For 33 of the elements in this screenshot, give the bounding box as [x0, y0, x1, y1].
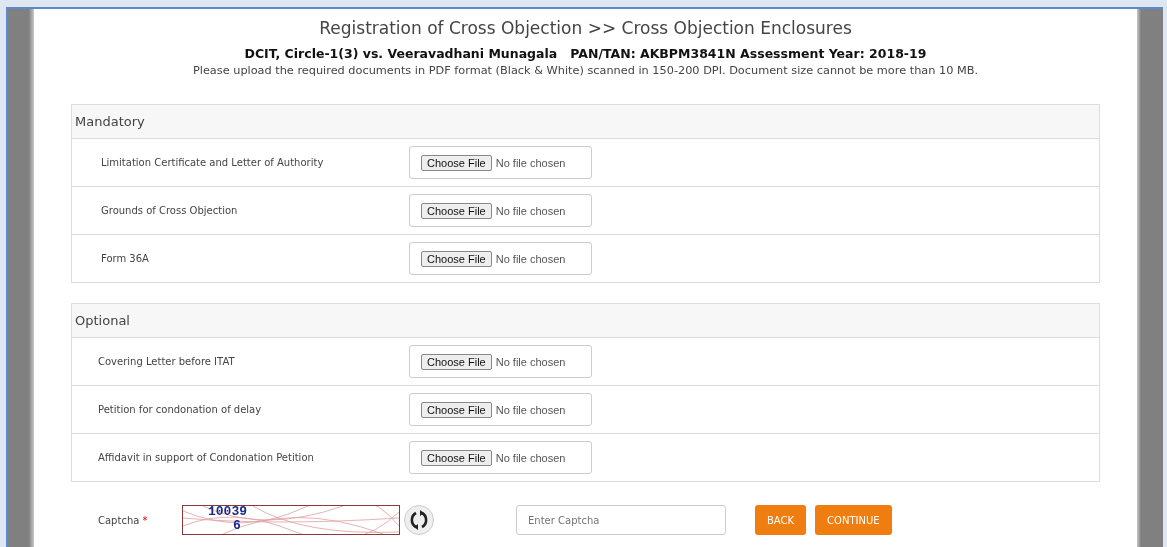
- choose-file-button[interactable]: Choose File: [421, 202, 492, 219]
- captcha-image: 10039 6: [182, 505, 400, 535]
- document-label: Petition for condonation of delay: [97, 404, 263, 415]
- file-field[interactable]: Choose File No file chosen: [409, 345, 592, 378]
- case-details: DCIT, Circle-1(3) vs. Veeravadhani Munagala PAN/TAN: AKBPM3841N Assessment Year: 2018-19: [243, 46, 928, 61]
- choose-file-button[interactable]: Choose File: [421, 353, 492, 370]
- file-field[interactable]: Choose File No file chosen: [409, 146, 592, 179]
- file-status: No file chosen: [495, 355, 566, 368]
- choose-file-button[interactable]: Choose File: [421, 250, 492, 267]
- section-heading: Mandatory: [72, 105, 1099, 139]
- document-label: Form 36A: [100, 253, 150, 264]
- file-field[interactable]: Choose File No file chosen: [409, 441, 592, 474]
- choose-file-button[interactable]: Choose File: [421, 154, 492, 171]
- file-field[interactable]: Choose File No file chosen: [409, 242, 592, 275]
- file-status: No file chosen: [495, 204, 566, 217]
- captcha-label: Captcha *: [98, 514, 149, 526]
- file-status: No file chosen: [495, 252, 566, 265]
- captcha-input[interactable]: Enter Captcha: [516, 505, 726, 535]
- section-heading: Optional: [72, 304, 1099, 338]
- choose-file-button[interactable]: Choose File: [421, 401, 492, 418]
- upload-instructions: Please upload the required documents in PDF format (Black & White) scanned in 150-200 DPI. Document size cannot be more than 10 MB.: [191, 64, 980, 77]
- file-field[interactable]: Choose File No file chosen: [409, 194, 592, 227]
- document-label: Covering Letter before ITAT: [97, 356, 236, 367]
- file-field[interactable]: Choose File No file chosen: [409, 393, 592, 426]
- document-label: Affidavit in support of Condonation Petition: [97, 452, 315, 463]
- refresh-icon[interactable]: [404, 505, 434, 535]
- choose-file-button[interactable]: Choose File: [421, 449, 492, 466]
- file-status: No file chosen: [495, 156, 566, 169]
- document-label: Grounds of Cross Objection: [100, 205, 239, 216]
- file-status: No file chosen: [495, 403, 566, 416]
- page-title: Registration of Cross Objection >> Cross Objection Enclosures: [318, 18, 853, 38]
- file-status: No file chosen: [495, 451, 566, 464]
- document-label: Limitation Certificate and Letter of Authority: [100, 157, 325, 168]
